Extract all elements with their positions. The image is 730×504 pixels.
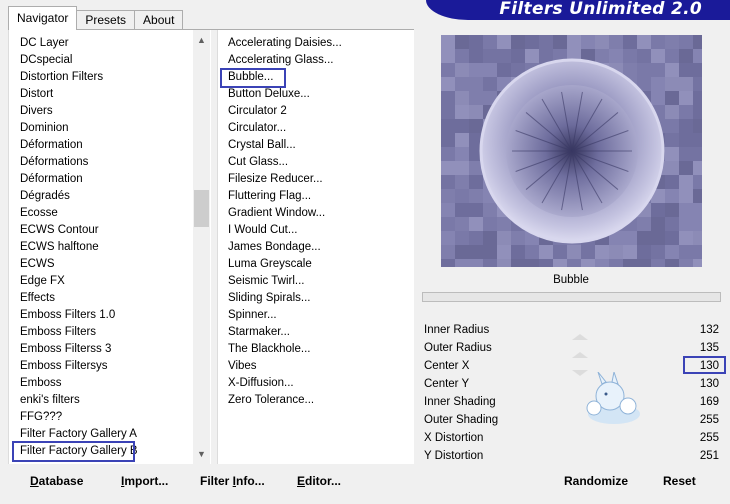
- filter-item[interactable]: Crystal Ball...: [228, 137, 296, 154]
- filter-item[interactable]: Circulator 2: [228, 103, 287, 120]
- param-value[interactable]: 130: [700, 378, 719, 390]
- filter-info-button[interactable]: Filter Info...: [200, 474, 265, 488]
- scroll-up-icon[interactable]: ▲: [193, 32, 210, 49]
- editor-button[interactable]: Editor...: [297, 474, 341, 488]
- category-item[interactable]: Emboss Filters: [20, 324, 96, 341]
- filter-item[interactable]: Spinner...: [228, 307, 277, 324]
- category-item[interactable]: Ecosse: [20, 205, 58, 222]
- category-item[interactable]: Emboss Filters 1.0: [20, 307, 115, 324]
- category-item[interactable]: Emboss Filtersys: [20, 358, 108, 375]
- filter-item[interactable]: Vibes: [228, 358, 257, 375]
- filter-item[interactable]: Starmaker...: [228, 324, 290, 341]
- highlighted-value-box: [683, 356, 726, 374]
- category-item[interactable]: ECWS Contour: [20, 222, 99, 239]
- param-row[interactable]: Outer Shading 255: [421, 412, 721, 430]
- database-button[interactable]: Database: [30, 474, 83, 488]
- param-value[interactable]: 132: [700, 324, 719, 336]
- app-title: Filters Unlimited 2.0: [499, 0, 702, 19]
- filter-item[interactable]: Accelerating Glass...: [228, 52, 333, 69]
- category-item[interactable]: ECWS: [20, 256, 55, 273]
- category-item[interactable]: Divers: [20, 103, 53, 120]
- filter-item[interactable]: Filesize Reducer...: [228, 171, 323, 188]
- filter-item[interactable]: James Bondage...: [228, 239, 321, 256]
- param-value[interactable]: 255: [700, 432, 719, 444]
- category-scrollbar[interactable]: ▲ ▼: [193, 30, 210, 464]
- category-item[interactable]: ECWS halftone: [20, 239, 99, 256]
- param-row[interactable]: Center Y 130: [421, 376, 721, 394]
- param-label: Center X: [424, 360, 470, 372]
- filter-item[interactable]: Luma Greyscale: [228, 256, 312, 273]
- selected-category-highlight: [12, 441, 135, 462]
- tab-presets[interactable]: Presets: [76, 10, 136, 30]
- tab-navigator[interactable]: Navigator: [8, 6, 78, 30]
- category-item[interactable]: Emboss Filterss 3: [20, 341, 111, 358]
- filter-item[interactable]: Seismic Twirl...: [228, 273, 304, 290]
- category-item[interactable]: Distortion Filters: [20, 69, 103, 86]
- category-item[interactable]: Déformation: [20, 137, 83, 154]
- filter-item[interactable]: Gradient Window...: [228, 205, 325, 222]
- param-label: Y Distortion: [424, 450, 484, 462]
- param-row[interactable]: Inner Radius 132: [421, 322, 721, 340]
- scroll-down-icon[interactable]: ▼: [193, 446, 210, 463]
- parameter-panel: Inner Radius 132 Outer Radius 135 Center X 13…: [421, 322, 726, 466]
- watermark-logo: [586, 372, 640, 424]
- param-label: Center Y: [424, 378, 470, 390]
- scroll-thumb[interactable]: [194, 190, 209, 227]
- param-row[interactable]: Outer Radius 135: [421, 340, 721, 358]
- param-value[interactable]: 135: [700, 342, 719, 354]
- param-row[interactable]: X Distortion 255: [421, 430, 721, 448]
- category-item[interactable]: Distort: [20, 86, 53, 103]
- param-row[interactable]: Inner Shading 169: [421, 394, 721, 412]
- category-item[interactable]: DC Layer: [20, 35, 69, 52]
- category-item[interactable]: Déformations: [20, 154, 88, 171]
- param-row[interactable]: Center X 130: [421, 356, 726, 376]
- param-value[interactable]: 169: [700, 396, 719, 408]
- import-button[interactable]: Import...: [121, 474, 168, 488]
- filter-item[interactable]: Button Deluxe...: [228, 86, 310, 103]
- tab-about[interactable]: About: [134, 10, 184, 30]
- filter-item[interactable]: Zero Tolerance...: [228, 392, 314, 409]
- title-banner: Filters Unlimited 2.0: [426, 0, 730, 20]
- param-label: Outer Shading: [424, 414, 499, 426]
- preview-image: [441, 35, 702, 267]
- slider-marker: [572, 334, 588, 340]
- selected-filter-highlight: [220, 68, 286, 88]
- filter-item[interactable]: Accelerating Daisies...: [228, 35, 342, 52]
- param-value[interactable]: 251: [700, 450, 719, 462]
- filter-name-label: Bubble: [421, 268, 721, 292]
- filter-item[interactable]: I Would Cut...: [228, 222, 297, 239]
- slider-marker: [572, 352, 588, 358]
- randomize-button[interactable]: Randomize: [564, 474, 628, 488]
- filter-item[interactable]: Fluttering Flag...: [228, 188, 311, 205]
- param-label: X Distortion: [424, 432, 484, 444]
- param-value[interactable]: 255: [700, 414, 719, 426]
- filter-item[interactable]: X-Diffusion...: [228, 375, 294, 392]
- category-item[interactable]: DCspecial: [20, 52, 72, 69]
- category-item[interactable]: Déformation: [20, 171, 83, 188]
- filter-item[interactable]: Circulator...: [228, 120, 286, 137]
- param-row[interactable]: Y Distortion 251: [421, 448, 721, 466]
- button-bar: Database Import... Filter Info... Editor…: [0, 466, 730, 504]
- category-item[interactable]: Edge FX: [20, 273, 65, 290]
- category-item[interactable]: Dominion: [20, 120, 69, 137]
- filter-item[interactable]: Cut Glass...: [228, 154, 288, 171]
- category-item[interactable]: Dégradés: [20, 188, 70, 205]
- category-item[interactable]: enki's filters: [20, 392, 80, 409]
- param-label: Inner Radius: [424, 324, 490, 336]
- category-item[interactable]: FFG???: [20, 409, 62, 426]
- progress-bar: [422, 292, 721, 302]
- bubble-preview-graphic: [441, 35, 702, 267]
- param-label: Outer Radius: [424, 342, 492, 354]
- tab-bar: Navigator Presets About: [8, 6, 184, 30]
- category-item[interactable]: Emboss: [20, 375, 62, 392]
- category-list[interactable]: DC Layer DCspecial Distortion Filters Disto…: [8, 30, 211, 464]
- filter-item[interactable]: The Blackhole...: [228, 341, 310, 358]
- category-item[interactable]: Effects: [20, 290, 55, 307]
- filter-list[interactable]: Accelerating Daisies... Accelerating Glas…: [217, 30, 414, 464]
- reset-button[interactable]: Reset: [663, 474, 696, 488]
- param-label: Inner Shading: [424, 396, 496, 408]
- filter-item[interactable]: Sliding Spirals...: [228, 290, 310, 307]
